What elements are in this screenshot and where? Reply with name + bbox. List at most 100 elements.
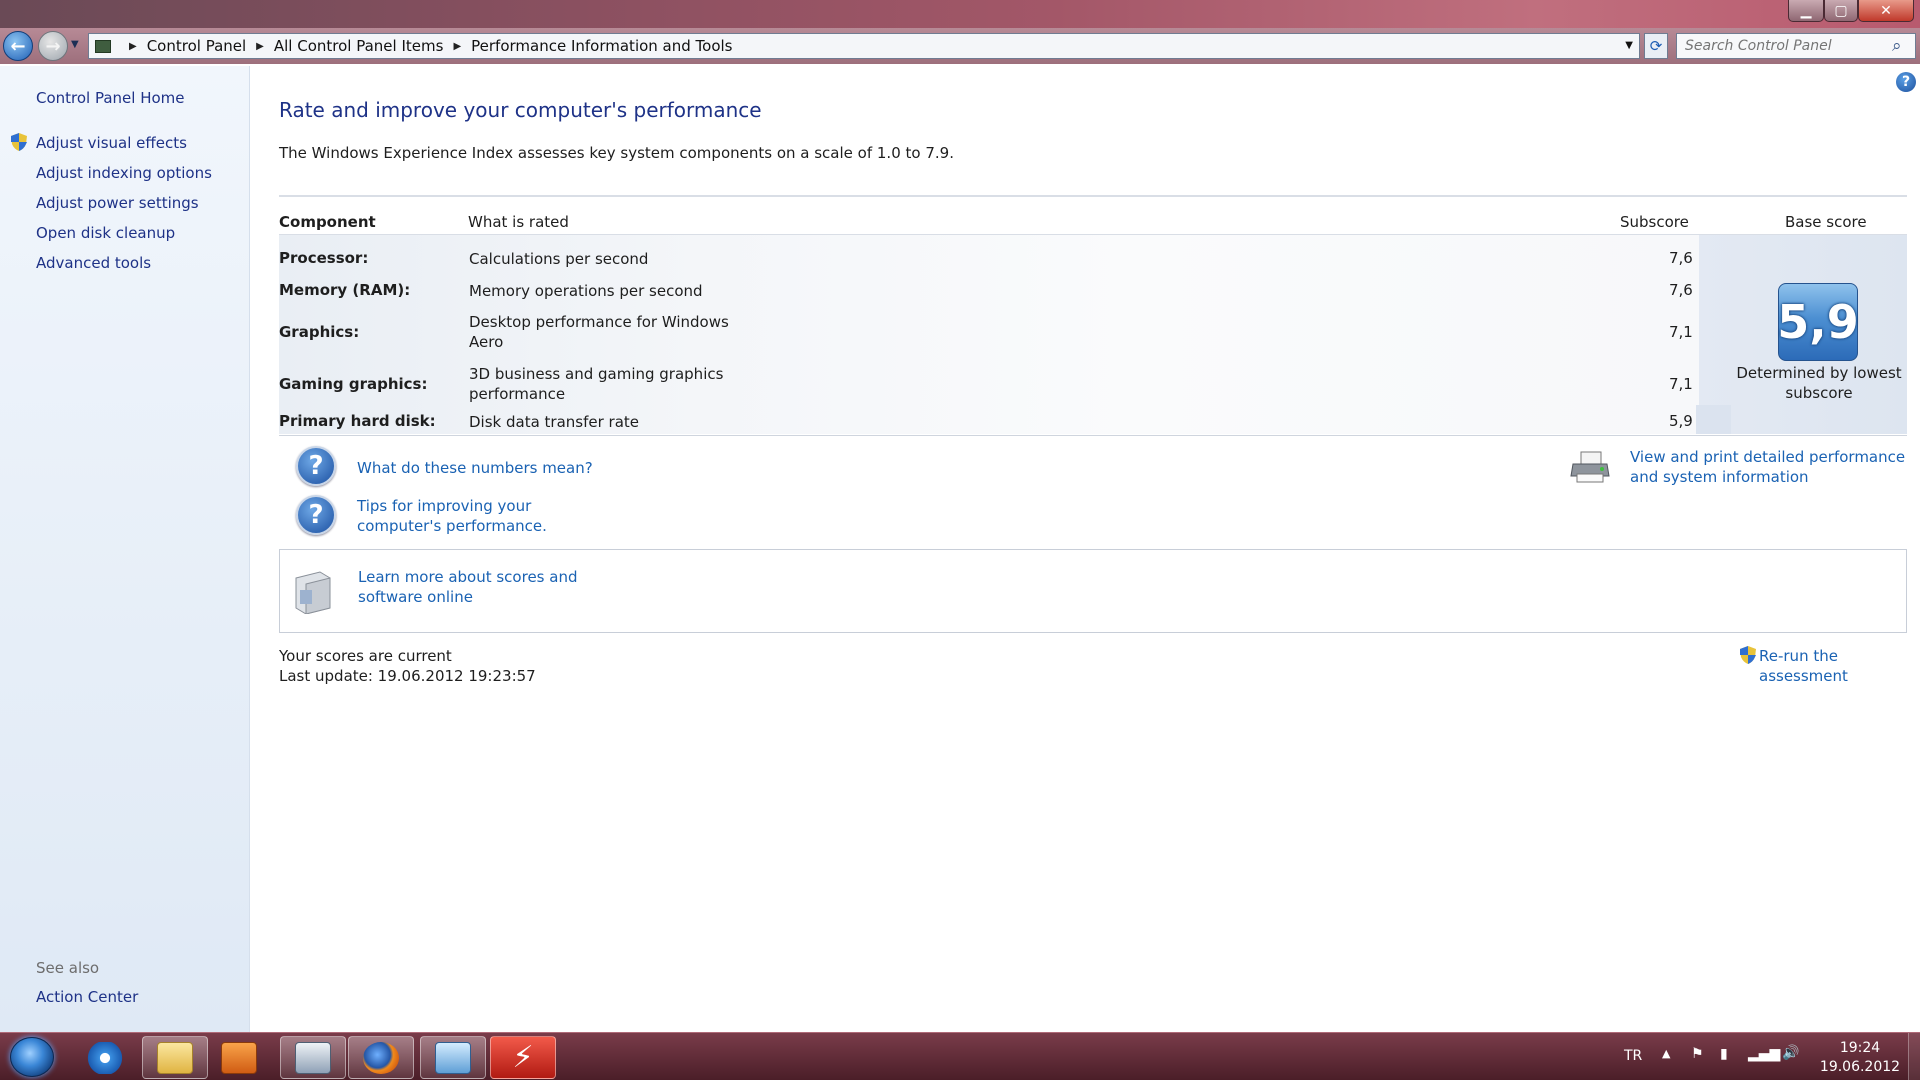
base-score-caption: Determined by lowest subscore <box>1736 364 1902 402</box>
row-subscore: 7,1 <box>1669 375 1693 393</box>
taskbar: ⚡ TR ▲ ⚑ ▮ ▂▄▆ 🔊 19:24 19.06.2012 <box>0 1032 1920 1080</box>
help-question-icon: ? <box>296 446 336 486</box>
network-signal-icon[interactable]: ▂▄▆ <box>1748 1046 1780 1062</box>
row-component: Gaming graphics: <box>279 375 428 393</box>
show-desktop-button[interactable] <box>1908 1033 1920 1080</box>
breadcrumb-all-items[interactable]: All Control Panel Items <box>274 37 444 55</box>
address-bar: ← → ▼ ▶ Control Panel ▶ All Control Pane… <box>0 28 1920 64</box>
open-disk-cleanup-link[interactable]: Open disk cleanup <box>36 224 175 242</box>
show-hidden-icons-icon[interactable]: ▲ <box>1662 1047 1670 1060</box>
score-table: Component What is rated Subscore Base sc… <box>279 195 1907 438</box>
row-subscore: 7,6 <box>1669 281 1693 299</box>
language-indicator[interactable]: TR <box>1624 1048 1642 1064</box>
what-do-numbers-mean-link[interactable]: What do these numbers mean? <box>357 458 593 478</box>
forward-button[interactable]: → <box>38 31 68 61</box>
breadcrumb-chevron-icon[interactable]: ▶ <box>453 41 461 52</box>
address-field[interactable]: ▶ Control Panel ▶ All Control Panel Item… <box>88 33 1640 59</box>
divider <box>279 435 1907 436</box>
header-subscore: Subscore <box>1620 213 1689 231</box>
search-icon[interactable]: ⌕ <box>1892 36 1902 56</box>
header-what-is-rated: What is rated <box>468 213 569 231</box>
row-what-is-rated: Desktop performance for Windows Aero <box>469 313 729 351</box>
divider <box>279 195 1907 197</box>
control-panel-icon <box>435 1041 471 1074</box>
maximize-button[interactable]: ▢ <box>1824 0 1858 22</box>
firefox-icon <box>363 1041 399 1074</box>
adjust-visual-effects-link[interactable]: Adjust visual effects <box>36 134 187 152</box>
adjust-indexing-options-link[interactable]: Adjust indexing options <box>36 164 212 182</box>
breadcrumb-performance[interactable]: Performance Information and Tools <box>471 37 732 55</box>
help-icon[interactable]: ? <box>1896 72 1916 92</box>
main-content: ? Rate and improve your computer's perfo… <box>251 66 1920 1032</box>
lightning-icon: ⚡ <box>512 1040 534 1075</box>
row-what-is-rated: 3D business and gaming graphics performa… <box>469 365 724 403</box>
recent-pages-dropdown-icon[interactable]: ▼ <box>71 39 79 50</box>
breadcrumb-control-panel[interactable]: Control Panel <box>147 37 246 55</box>
back-button[interactable]: ← <box>3 31 33 61</box>
taskbar-control-panel[interactable] <box>420 1036 486 1079</box>
breadcrumb-chevron-icon[interactable]: ▶ <box>256 41 264 52</box>
uac-shield-icon <box>1740 646 1756 664</box>
see-also-heading: See also <box>36 959 100 977</box>
base-score-badge: 5,9 <box>1777 283 1859 361</box>
page-title: Rate and improve your computer's perform… <box>279 98 762 122</box>
left-nav-pane: Control Panel Home Adjust visual effects… <box>0 66 250 1032</box>
clock-time: 19:24 <box>1839 1040 1881 1056</box>
minimize-button[interactable]: ▁ <box>1788 0 1824 22</box>
page-description: The Windows Experience Index assesses ke… <box>279 144 954 162</box>
close-button[interactable]: ✕ <box>1858 0 1914 22</box>
score-status: Your scores are current Last update: 19.… <box>279 646 536 686</box>
row-component: Graphics: <box>279 323 360 341</box>
action-center-link[interactable]: Action Center <box>36 988 138 1006</box>
action-center-flag-icon[interactable]: ⚑ <box>1691 1046 1704 1062</box>
arrow-left-icon: ← <box>10 35 26 57</box>
taskbar-internet-explorer[interactable] <box>72 1036 138 1079</box>
clock[interactable]: 19:24 19.06.2012 <box>1810 1039 1910 1077</box>
row-what-is-rated: Calculations per second <box>469 250 649 268</box>
battery-icon[interactable]: ▮ <box>1720 1046 1728 1062</box>
last-update-text: Last update: 19.06.2012 19:23:57 <box>279 667 536 685</box>
adjust-power-settings-link[interactable]: Adjust power settings <box>36 194 199 212</box>
refresh-button[interactable]: ⟳ <box>1644 33 1668 59</box>
refresh-icon: ⟳ <box>1649 37 1663 55</box>
scanner-icon <box>295 1041 331 1074</box>
tips-improving-performance-link[interactable]: Tips for improving your computer's perfo… <box>357 496 617 536</box>
control-panel-home-link[interactable]: Control Panel Home <box>36 89 185 107</box>
title-bar: ▁ ▢ ✕ <box>0 0 1920 28</box>
arrow-right-icon: → <box>45 35 61 57</box>
taskbar-media-player[interactable] <box>206 1036 272 1079</box>
control-panel-icon <box>95 39 111 53</box>
rerun-assessment-link[interactable]: Re-run the assessment <box>1759 646 1920 686</box>
learn-more-online-link[interactable]: Learn more about scores and software onl… <box>358 567 618 607</box>
row-what-is-rated: Memory operations per second <box>469 282 703 300</box>
header-base-score: Base score <box>1785 213 1867 231</box>
help-question-icon: ? <box>296 495 336 535</box>
uac-shield-icon <box>11 133 27 151</box>
taskbar-firefox[interactable] <box>348 1036 414 1079</box>
row-what-is-rated: Disk data transfer rate <box>469 413 640 431</box>
volume-icon[interactable]: 🔊 <box>1782 1045 1799 1061</box>
taskbar-windows-explorer[interactable] <box>142 1036 208 1079</box>
row-component: Memory (RAM): <box>279 281 411 299</box>
address-dropdown-icon[interactable]: ▼ <box>1625 40 1633 51</box>
internet-explorer-icon <box>87 1041 123 1074</box>
media-player-icon <box>221 1041 257 1074</box>
view-print-details-link[interactable]: View and print detailed performance and … <box>1630 447 1920 487</box>
folder-icon <box>157 1041 193 1074</box>
row-component: Primary hard disk: <box>279 412 436 430</box>
software-box-icon <box>295 571 331 614</box>
breadcrumb-chevron-icon[interactable]: ▶ <box>129 41 137 52</box>
taskbar-flash-app[interactable]: ⚡ <box>490 1036 556 1079</box>
clock-date: 19.06.2012 <box>1819 1059 1901 1075</box>
row-subscore: 7,1 <box>1669 323 1693 341</box>
start-button[interactable] <box>10 1037 54 1077</box>
row-subscore: 7,6 <box>1669 249 1693 267</box>
search-input[interactable] <box>1676 33 1916 59</box>
row-subscore: 5,9 <box>1669 412 1693 430</box>
learn-more-box: Learn more about scores and software onl… <box>279 549 1907 633</box>
scores-current-text: Your scores are current <box>279 647 452 665</box>
taskbar-scanner-app[interactable] <box>280 1036 346 1079</box>
header-component: Component <box>279 213 376 231</box>
advanced-tools-link[interactable]: Advanced tools <box>36 254 151 272</box>
row-component: Processor: <box>279 249 369 267</box>
